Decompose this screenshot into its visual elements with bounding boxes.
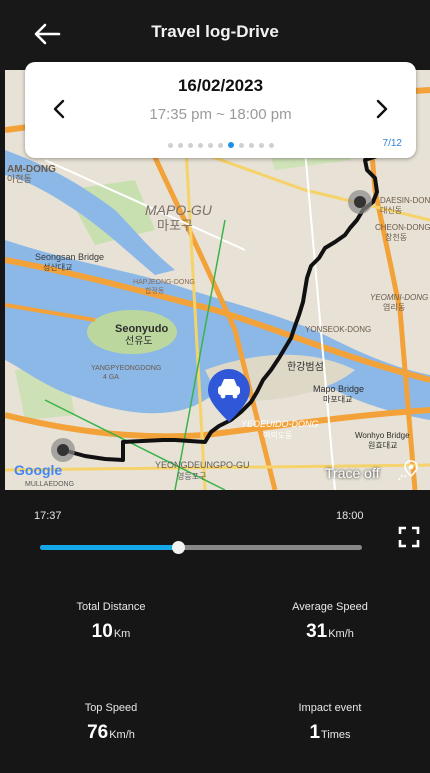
map-label-ahyeon-ko: 아현동 <box>7 174 32 184</box>
page-dot <box>187 143 193 148</box>
page-dot <box>207 143 213 148</box>
map-label-mapo-ko: 마포구 <box>157 218 193 233</box>
travel-log-screen: Travel log-Drive AM-DONG 아현동 MAPO-GU 마포구… <box>0 0 430 773</box>
map-label-daesin: DAESIN-DONG <box>380 196 430 205</box>
trace-route-pin-icon[interactable] <box>396 458 422 484</box>
page-title: Travel log-Drive <box>151 22 279 41</box>
map-label-seonyudo-ko: 선유도 <box>125 335 153 347</box>
page-dot <box>238 143 244 148</box>
map-label-daesin-ko: 대신동 <box>380 206 402 215</box>
page-dot <box>268 143 274 148</box>
playback-start-time: 17:37 <box>34 510 62 522</box>
page-dot <box>248 143 254 148</box>
map-label-yonseok: YONSEOK-DONG <box>305 325 371 334</box>
end-point-icon <box>348 190 372 214</box>
map-label-seongsan-ko: 성산대교 <box>43 262 72 272</box>
page-dot <box>227 142 234 148</box>
map-label-yeongdeungpo: YEONGDEUNGPO-GU <box>155 460 250 470</box>
stat-number: 1 <box>309 722 321 743</box>
map-label-mapo-bridge: Mapo Bridge <box>313 384 364 394</box>
map-label-changcheon: CHEON-DONG <box>375 223 430 232</box>
map-label-changcheon-ko: 창천동 <box>385 232 407 242</box>
trip-page-counter: 7/12 <box>382 138 402 149</box>
header: Travel log-Drive <box>0 0 430 70</box>
trace-toggle-label[interactable]: Trace off <box>325 465 379 481</box>
map-label-yeouido-ko: 여의도동 <box>263 430 292 440</box>
stat-number: 76 <box>87 722 109 743</box>
stat-total-distance: Total Distance 10Km <box>26 601 196 643</box>
map-label-mapo-bridge-ko: 마포대교 <box>323 395 352 404</box>
stat-label: Top Speed <box>84 702 138 714</box>
stat-unit: Km/h <box>328 628 354 640</box>
map-label-yeongdeungpo-ko: 영등포구 <box>177 471 206 481</box>
stat-average-speed: Average Speed 31Km/h <box>245 601 415 643</box>
map-label-hapjeong-ko: 합정동 <box>145 286 165 295</box>
stat-number: 10 <box>91 621 113 642</box>
map-label-yangpyeong: YANGPYEONGDONG <box>91 365 161 372</box>
start-point-icon <box>51 438 75 462</box>
map-label-seongsan: Seongsan Bridge <box>35 252 104 262</box>
map-label-seonyudo: Seonyudo <box>115 323 168 335</box>
playback-slider[interactable] <box>40 541 362 554</box>
stat-value: 1Times <box>245 722 415 744</box>
stat-unit: Times <box>321 729 351 741</box>
map-label-yeomni: YEOMNI-DONG <box>370 293 428 302</box>
stat-label: Impact event <box>298 702 362 714</box>
next-trip-chevron-icon[interactable] <box>368 96 394 122</box>
playback-slider-fill <box>40 545 179 550</box>
map-label-yeomni-ko: 염리동 <box>383 303 405 312</box>
page-dot <box>167 143 173 148</box>
map-label-wonhyo: Wonhyo Bridge <box>355 431 410 440</box>
stat-label: Average Speed <box>292 601 368 613</box>
map-label-yangpyeong-ga: 4 GA <box>103 374 119 381</box>
google-logo: Google <box>14 462 62 478</box>
stat-unit: Km/h <box>109 729 135 741</box>
stat-impact-event: Impact event 1Times <box>245 702 415 744</box>
trip-selector-card: 16/02/2023 17:35 pm ~ 18:00 pm 7/12 <box>25 62 416 158</box>
map-label-hapjeong: HAPJEONG-DONG <box>133 279 195 286</box>
map-label-hangang: 한강범섬 <box>287 361 324 373</box>
page-dot <box>217 143 223 148</box>
fullscreen-icon[interactable] <box>398 526 420 548</box>
google-logo-text: Google <box>14 462 63 478</box>
stat-number: 31 <box>306 621 328 642</box>
map-label-mapo: MAPO-GU <box>145 202 213 218</box>
page-dot <box>258 143 264 148</box>
map-label-wonhyo-ko: 원효대교 <box>368 441 397 450</box>
playback-end-time: 18:00 <box>336 510 364 522</box>
stat-value: 10Km <box>26 621 196 643</box>
map-label-mullae: MULLAEDONG <box>25 481 74 488</box>
stat-value: 31Km/h <box>245 621 415 643</box>
stat-label: Total Distance <box>76 601 146 613</box>
trip-time-range: 17:35 pm ~ 18:00 pm <box>149 106 292 123</box>
map-label-yeouido: YEOEUIDO-DONG <box>241 419 319 429</box>
stat-unit: Km <box>113 628 131 640</box>
stat-top-speed: Top Speed 76Km/h <box>26 702 196 744</box>
page-dot <box>177 143 183 148</box>
stat-value: 76Km/h <box>26 722 196 744</box>
page-indicator-dots <box>25 142 416 148</box>
trip-date: 16/02/2023 <box>177 76 264 95</box>
page-dot <box>197 143 203 148</box>
